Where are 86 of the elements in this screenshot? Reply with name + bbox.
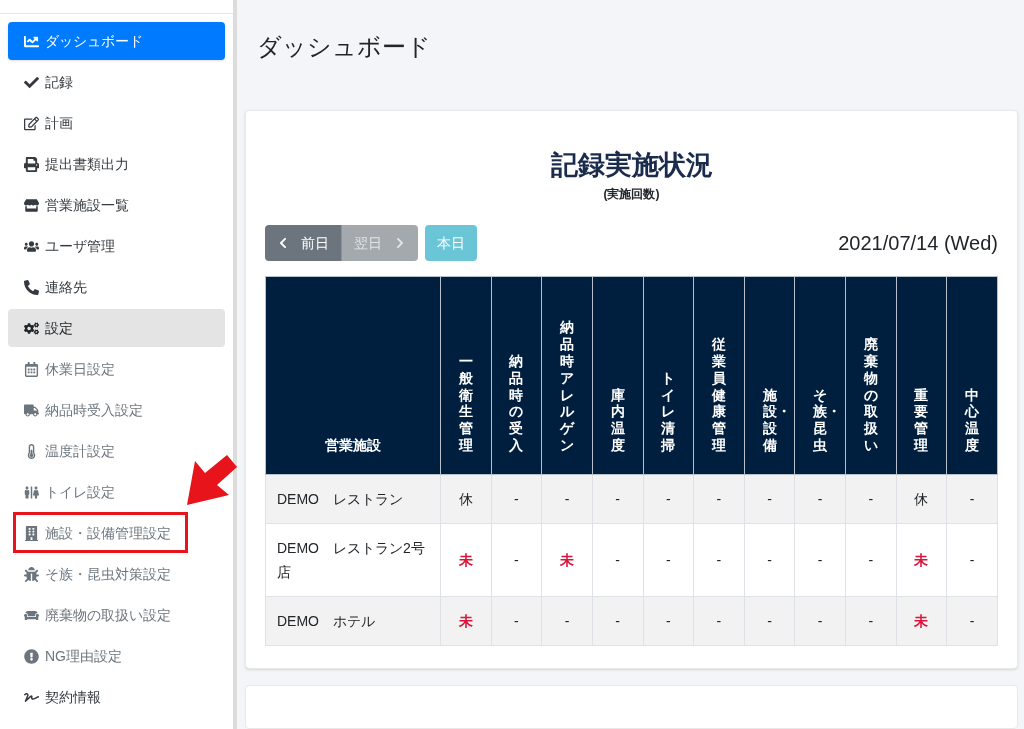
column-header: 納品時の受入 (491, 276, 542, 475)
chart-icon (24, 33, 39, 49)
status-cell: 未 (440, 596, 492, 646)
sidebar-item[interactable]: 納品時受入設定 (8, 391, 159, 429)
facility-cell: DEMO レストラン2号店 (265, 523, 441, 597)
exclamation-icon (24, 648, 39, 664)
status-cell: - (491, 523, 542, 597)
sidebar-item[interactable]: ダッシュボード (8, 22, 225, 60)
status-cell: 未 (440, 523, 492, 597)
status-cell: 未 (896, 523, 947, 597)
status-cell: - (946, 596, 998, 646)
facility-cell: DEMO ホテル (265, 596, 441, 646)
column-header: トイレ清掃 (643, 276, 694, 475)
sidebar-item[interactable]: 営業施設一覧 (8, 186, 225, 224)
column-header: 一般衛生管理 (440, 276, 492, 475)
sidebar-item[interactable]: ユーザ管理 (8, 227, 225, 265)
status-cell: - (693, 596, 745, 646)
restroom-icon (24, 484, 39, 500)
facility-cell: DEMO レストラン (265, 474, 441, 524)
status-cell: 未 (896, 596, 947, 646)
page-title: ダッシュボード (257, 32, 432, 62)
column-header: 納品時アレルゲン (541, 276, 593, 475)
chevron-left-icon (277, 237, 289, 249)
building-icon (24, 525, 39, 541)
sidebar-item[interactable]: 記録 (8, 63, 225, 101)
status-cell: - (693, 523, 745, 597)
status-cell: - (693, 474, 745, 524)
status-cell: - (643, 474, 694, 524)
column-header: そ族・昆虫 (794, 276, 846, 475)
status-cell: - (491, 474, 542, 524)
column-header: 廃棄物の取扱い (845, 276, 897, 475)
column-header: 従業員健康管理 (693, 276, 745, 475)
column-header: 重要管理 (896, 276, 947, 475)
sidebar-item[interactable]: 契約情報 (8, 678, 225, 716)
status-cell: - (794, 474, 846, 524)
check-icon (24, 74, 39, 90)
sidebar-item[interactable]: そ族・昆虫対策設定 (8, 555, 187, 593)
sidebar-item[interactable]: 温度計設定 (8, 432, 131, 470)
status-cell: - (643, 596, 694, 646)
sidebar-item[interactable]: 廃棄物の取扱い設定 (8, 596, 187, 634)
column-header: 庫内温度 (592, 276, 643, 475)
printer-icon (24, 156, 39, 172)
card-subtitle: (実施回数) (602, 186, 661, 203)
previous-day-button[interactable]: 前日 (265, 225, 341, 261)
status-cell: - (592, 474, 643, 524)
column-header: 中心温度 (946, 276, 998, 475)
phone-icon (24, 279, 39, 295)
status-cell: - (946, 474, 998, 524)
card-title: 記録実施状況 (549, 149, 714, 181)
status-cell: - (744, 474, 795, 524)
status-cell: - (845, 596, 897, 646)
status-cell: - (592, 523, 643, 597)
chevron-right-icon (394, 237, 406, 249)
gears-icon (24, 320, 39, 336)
calendar-icon (24, 361, 39, 377)
sidebar-item[interactable]: トイレ設定 (8, 473, 131, 511)
status-cell: - (794, 596, 846, 646)
status-cell: - (744, 596, 795, 646)
sidebar-item[interactable]: 設定 (8, 309, 225, 347)
sidebar-item[interactable]: 提出書類出力 (8, 145, 225, 183)
status-cell: - (592, 596, 643, 646)
users-icon (24, 238, 39, 254)
status-cell: - (845, 474, 897, 524)
status-cell: - (491, 596, 542, 646)
status-cell: 未 (541, 523, 593, 597)
sidebar-item[interactable]: 連絡先 (8, 268, 225, 306)
bug-icon (24, 566, 39, 582)
status-cell: - (541, 474, 593, 524)
status-cell: - (744, 523, 795, 597)
status-cell: - (643, 523, 694, 597)
date-label: 2021/07/14 (Wed) (838, 231, 998, 256)
sidebar-item[interactable]: NG理由設定 (8, 637, 138, 675)
column-header: 営業施設 (265, 276, 441, 475)
status-cell: - (946, 523, 998, 597)
edit-icon (24, 115, 39, 131)
sidebar-item[interactable]: 施設・設備管理設定 (8, 514, 187, 552)
column-header: 施設・設備 (744, 276, 795, 475)
sidebar-item[interactable]: 休業日設定 (8, 350, 131, 388)
sidebar-item[interactable]: 計画 (8, 104, 225, 142)
status-cell: 休 (896, 474, 947, 524)
status-cell: 休 (440, 474, 492, 524)
status-cell: - (541, 596, 593, 646)
truck-icon (24, 402, 39, 418)
status-cell: - (794, 523, 846, 597)
status-cell: - (845, 523, 897, 597)
store-icon (24, 197, 39, 213)
